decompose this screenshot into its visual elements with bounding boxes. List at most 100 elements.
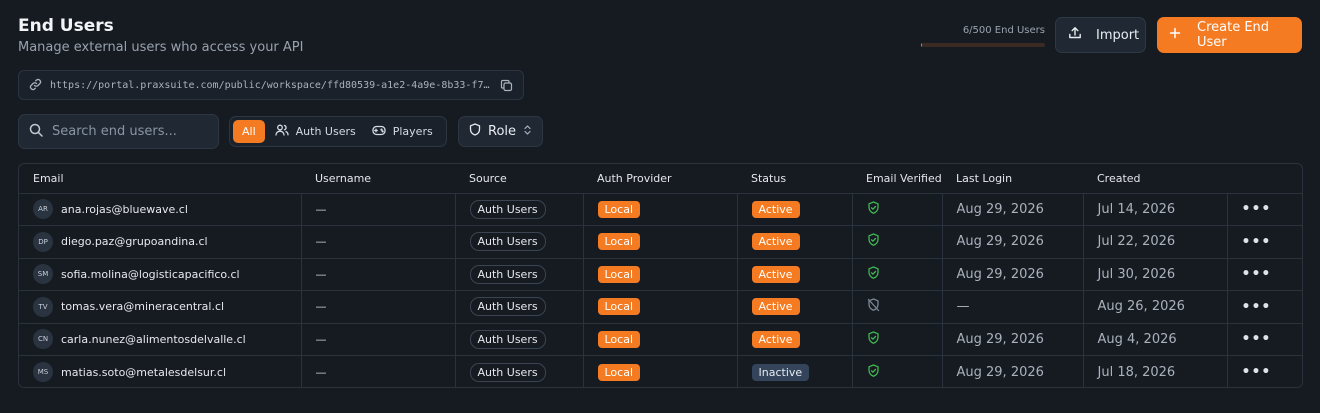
- auth-provider-cell: Local: [582, 225, 737, 258]
- import-label: Import: [1096, 27, 1140, 43]
- email-verified-cell: [851, 192, 942, 226]
- username-text: —: [315, 300, 327, 314]
- table-row[interactable]: MS matias.soto@metalesdelsur.cl — Auth User…: [19, 355, 1302, 387]
- username-cell: —: [300, 322, 455, 356]
- users-icon: [274, 124, 289, 139]
- portal-url-bar: https://portal.praxsuite.com/public/work…: [18, 70, 524, 100]
- email-verified-cell: [851, 225, 942, 258]
- email-text: tomas.vera@mineracentral.cl: [61, 300, 225, 314]
- username-cell: —: [300, 257, 455, 291]
- portal-url: https://portal.praxsuite.com/public/work…: [50, 79, 492, 91]
- created-cell: Jul 30, 2026: [1082, 257, 1227, 291]
- create-end-user-button[interactable]: Create End User: [1157, 17, 1302, 53]
- shield-check-icon: [867, 363, 880, 381]
- email-text: carla.nunez@alimentosdelvalle.cl: [61, 332, 246, 346]
- filter-auth-users[interactable]: Auth Users: [269, 120, 362, 143]
- table-row[interactable]: TV tomas.vera@mineracentral.cl — Auth Users…: [19, 290, 1302, 323]
- email-cell: AR ana.rojas@bluewave.cl: [19, 192, 301, 226]
- table-row[interactable]: DP diego.paz@grupoandina.cl — Auth Users Loc…: [19, 225, 1302, 258]
- auth-provider-badge: Local: [597, 363, 641, 381]
- email-text: matias.soto@metalesdelsur.cl: [61, 365, 227, 379]
- filter-auth-users-label: Auth Users: [295, 125, 356, 138]
- email-text: diego.paz@grupoandina.cl: [61, 235, 208, 249]
- actions-cell: •••: [1226, 225, 1302, 258]
- search-box[interactable]: [18, 114, 219, 149]
- actions-cell: •••: [1226, 322, 1302, 356]
- username-text: —: [315, 332, 327, 346]
- last-login-cell: Aug 29, 2026: [941, 355, 1083, 387]
- source-cell: Auth Users: [454, 225, 583, 258]
- actions-cell: •••: [1226, 257, 1302, 291]
- last-login-text: Aug 29, 2026: [956, 331, 1044, 347]
- more-actions-icon[interactable]: •••: [1242, 364, 1272, 380]
- username-cell: —: [300, 225, 455, 258]
- more-actions-icon[interactable]: •••: [1242, 331, 1272, 347]
- status-badge: Active: [751, 330, 800, 348]
- created-text: Aug 4, 2026: [1097, 331, 1177, 347]
- status-cell: Active: [736, 257, 852, 291]
- status-cell: Active: [736, 290, 852, 323]
- status-cell: Active: [736, 225, 852, 258]
- email-verified-cell: [851, 322, 942, 356]
- source-badge: Auth Users: [469, 232, 546, 252]
- column-header-last-login[interactable]: Last Login: [942, 164, 1083, 194]
- email-text: ana.rojas@bluewave.cl: [61, 202, 188, 216]
- quota-bar: [921, 43, 1045, 47]
- column-header-username[interactable]: Username: [301, 164, 455, 194]
- auth-provider-cell: Local: [582, 290, 737, 323]
- column-header-source[interactable]: Source: [455, 164, 583, 194]
- more-actions-icon[interactable]: •••: [1242, 234, 1272, 250]
- column-header-created[interactable]: Created: [1083, 164, 1227, 194]
- gamepad-icon: [372, 125, 386, 139]
- filter-players[interactable]: Players: [366, 120, 439, 143]
- filter-all[interactable]: All: [233, 120, 265, 143]
- source-badge: Auth Users: [469, 199, 546, 219]
- created-text: Jul 18, 2026: [1097, 364, 1176, 380]
- chevron-up-down-icon: [523, 124, 532, 140]
- email-cell: TV tomas.vera@mineracentral.cl: [19, 290, 301, 323]
- column-header-email-verified[interactable]: Email Verified: [852, 164, 942, 194]
- last-login-text: Aug 29, 2026: [956, 234, 1044, 250]
- last-login-text: Aug 29, 2026: [956, 201, 1044, 217]
- status-badge: Active: [751, 233, 800, 251]
- avatar: TV: [33, 296, 53, 317]
- usage-quota: 6/500 End Users: [921, 25, 1045, 47]
- last-login-text: Aug 29, 2026: [956, 364, 1044, 380]
- table-row[interactable]: SM sofia.molina@logisticapacifico.cl — Auth…: [19, 257, 1302, 291]
- auth-provider-cell: Local: [582, 355, 737, 387]
- auth-provider-cell: Local: [582, 192, 737, 226]
- created-text: Jul 30, 2026: [1097, 266, 1176, 282]
- source-cell: Auth Users: [454, 290, 583, 323]
- auth-provider-badge: Local: [597, 233, 641, 251]
- last-login-cell: —: [941, 290, 1083, 323]
- source-badge: Auth Users: [469, 297, 546, 317]
- more-actions-icon[interactable]: •••: [1242, 266, 1272, 282]
- auth-provider-badge: Local: [597, 200, 641, 218]
- page-title: End Users: [18, 16, 114, 36]
- column-header-email[interactable]: Email: [19, 164, 301, 194]
- role-label: Role: [488, 124, 517, 139]
- actions-cell: •••: [1226, 355, 1302, 387]
- more-actions-icon[interactable]: •••: [1242, 299, 1272, 315]
- auth-provider-badge: Local: [597, 265, 641, 283]
- quota-bar-fill: [921, 43, 923, 47]
- column-header-actions: [1227, 164, 1302, 194]
- table-header-row: Email Username Source Auth Provider Stat…: [19, 164, 1302, 194]
- column-header-status[interactable]: Status: [737, 164, 852, 194]
- import-button[interactable]: Import: [1055, 17, 1146, 53]
- avatar: AR: [33, 199, 53, 220]
- search-input[interactable]: [52, 124, 202, 139]
- created-cell: Aug 4, 2026: [1082, 322, 1227, 356]
- email-cell: MS matias.soto@metalesdelsur.cl: [19, 355, 301, 387]
- created-text: Aug 26, 2026: [1097, 299, 1185, 315]
- avatar: MS: [33, 362, 53, 382]
- copy-icon[interactable]: [500, 79, 513, 92]
- email-text: sofia.molina@logisticapacifico.cl: [61, 267, 240, 281]
- column-header-auth-provider[interactable]: Auth Provider: [583, 164, 737, 194]
- status-badge: Active: [751, 200, 800, 218]
- table-row[interactable]: CN carla.nunez@alimentosdelvalle.cl — Auth …: [19, 322, 1302, 356]
- table-row[interactable]: AR ana.rojas@bluewave.cl — Auth Users Local A…: [19, 192, 1302, 226]
- role-select[interactable]: Role: [458, 116, 543, 147]
- more-actions-icon[interactable]: •••: [1242, 201, 1272, 217]
- created-text: Jul 14, 2026: [1097, 201, 1176, 217]
